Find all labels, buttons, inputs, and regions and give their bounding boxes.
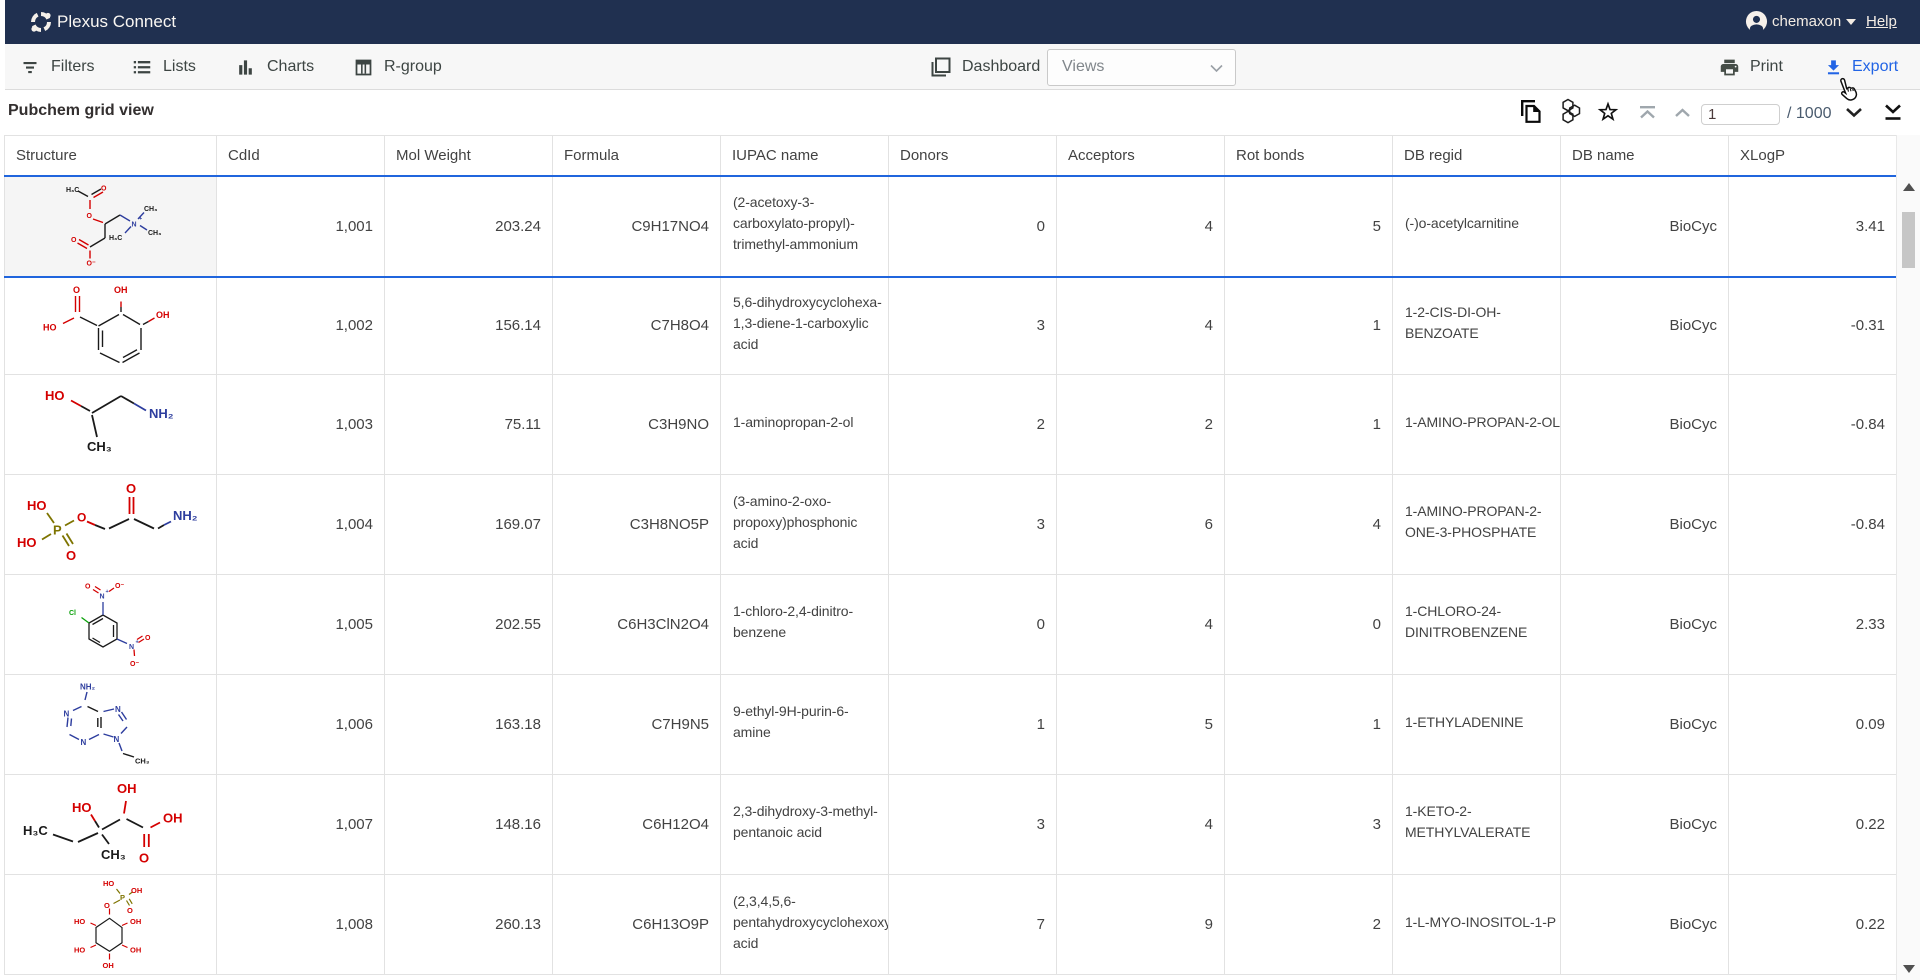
- svg-text:HO: HO: [74, 917, 85, 926]
- svg-text:OH: OH: [163, 810, 183, 825]
- svg-text:OH: OH: [114, 285, 128, 295]
- svg-text:OH: OH: [117, 781, 137, 796]
- svg-text:P: P: [120, 893, 125, 902]
- svg-text:OH: OH: [156, 310, 170, 320]
- svg-text:OH: OH: [131, 886, 142, 895]
- svg-text:N: N: [80, 738, 86, 747]
- svg-text:+: +: [135, 639, 138, 645]
- svg-text:OH: OH: [130, 945, 141, 954]
- svg-text:H₃C: H₃C: [66, 187, 79, 194]
- svg-text:Cl: Cl: [69, 610, 76, 617]
- svg-text:O⁻: O⁻: [87, 261, 96, 268]
- svg-text:CH₃: CH₃: [144, 206, 157, 213]
- svg-text:O: O: [85, 583, 91, 590]
- svg-text:O: O: [139, 850, 149, 865]
- svg-text:O: O: [104, 901, 110, 910]
- svg-text:OH: OH: [102, 961, 113, 970]
- svg-text:O⁻: O⁻: [115, 583, 124, 590]
- svg-text:O⁻: O⁻: [130, 661, 139, 668]
- svg-text:N: N: [113, 735, 119, 744]
- svg-text:O: O: [126, 481, 136, 496]
- svg-text:H₃C: H₃C: [23, 823, 48, 838]
- svg-text:O: O: [71, 237, 77, 244]
- svg-text:N: N: [129, 644, 134, 651]
- svg-text:P: P: [53, 522, 62, 537]
- svg-text:CH₃: CH₃: [148, 230, 161, 237]
- svg-text:O: O: [127, 906, 133, 915]
- svg-text:+: +: [105, 589, 108, 595]
- svg-text:HO: HO: [72, 800, 92, 815]
- svg-text:HO: HO: [103, 879, 114, 888]
- svg-text:HO: HO: [74, 945, 85, 954]
- svg-text:O: O: [77, 510, 86, 524]
- svg-text:N: N: [115, 705, 121, 714]
- svg-text:NH₂: NH₂: [149, 406, 174, 421]
- svg-text:+: +: [139, 216, 142, 222]
- svg-text:HO: HO: [45, 388, 65, 403]
- svg-text:NH₂: NH₂: [173, 508, 198, 523]
- svg-text:N: N: [63, 709, 69, 718]
- svg-text:OH: OH: [130, 917, 141, 926]
- svg-text:HO: HO: [27, 498, 47, 513]
- svg-text:O: O: [87, 213, 93, 220]
- svg-text:HO: HO: [43, 322, 57, 332]
- svg-text:O: O: [66, 548, 76, 563]
- svg-text:CH₃: CH₃: [87, 439, 112, 454]
- svg-text:N: N: [99, 593, 104, 600]
- svg-text:H₃C: H₃C: [109, 235, 122, 242]
- svg-text:CH₃: CH₃: [135, 756, 150, 765]
- svg-text:CH₃: CH₃: [101, 847, 126, 862]
- svg-text:HO: HO: [17, 535, 37, 550]
- svg-text:O: O: [73, 285, 80, 295]
- svg-text:NH₂: NH₂: [80, 682, 96, 691]
- svg-text:O: O: [145, 635, 151, 642]
- svg-text:O: O: [101, 186, 107, 193]
- svg-text:N: N: [132, 222, 137, 229]
